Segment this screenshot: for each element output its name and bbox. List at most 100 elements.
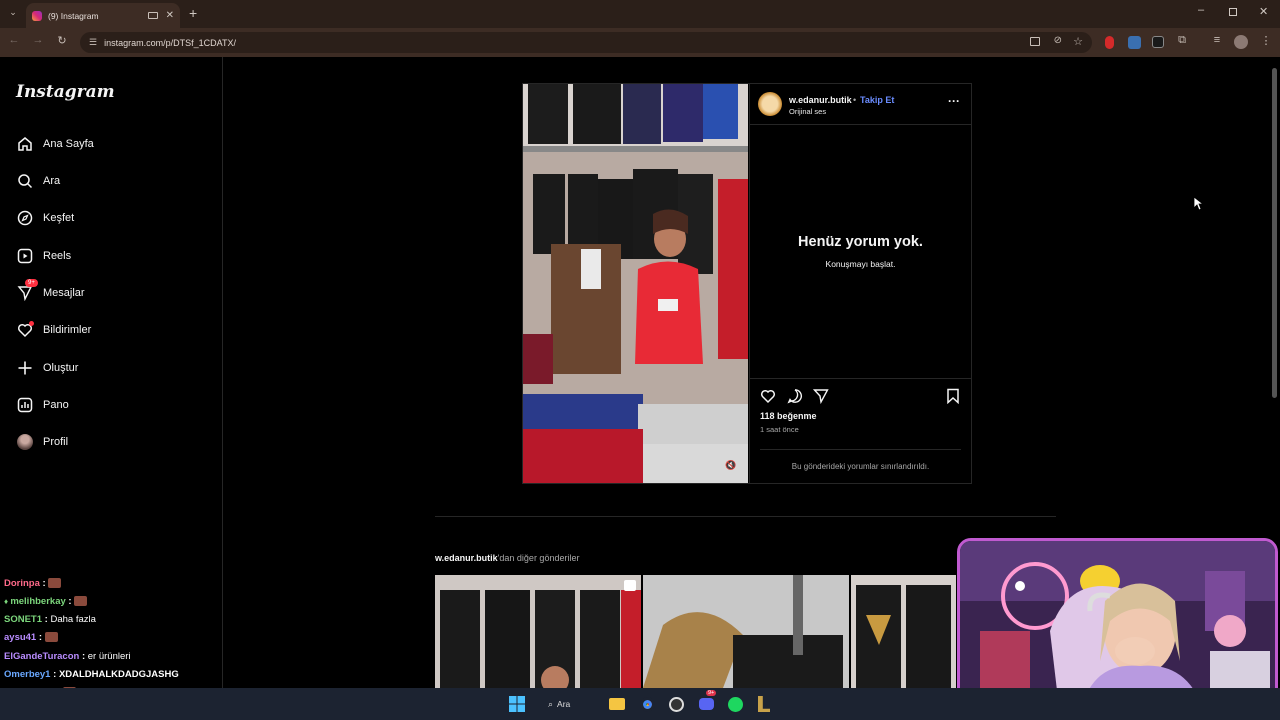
save-icon[interactable] <box>946 388 960 409</box>
reels-icon <box>16 247 34 265</box>
nav-profile[interactable]: Profil <box>16 428 68 456</box>
nav-dashboard-label: Pano <box>43 399 69 411</box>
spotify-icon[interactable] <box>725 694 745 714</box>
heart-icon <box>16 321 34 339</box>
browser-tab[interactable]: (9) Instagram ✕ <box>26 3 180 28</box>
taskbar-search-label: Ara <box>557 699 571 709</box>
compass-icon <box>16 209 34 227</box>
more-post-thumbnail[interactable] <box>643 575 849 688</box>
media-controls-icon[interactable]: ≡ <box>1209 34 1225 46</box>
nav-reels[interactable]: Reels <box>16 242 71 270</box>
nav-profile-label: Profil <box>43 436 69 448</box>
mute-icon[interactable]: 🔇 <box>725 460 736 471</box>
nav-create[interactable]: Oluştur <box>16 354 78 382</box>
nav-dashboard[interactable]: Pano <box>16 391 69 419</box>
mouse-cursor-icon <box>1193 196 1205 216</box>
search-icon <box>16 172 34 190</box>
post-time[interactable]: 1 saat önce <box>760 425 799 434</box>
nav-messages-label: Mesajlar <box>43 287 85 299</box>
nav-explore[interactable]: Keşfet <box>16 204 74 232</box>
chat-text: er ürünleri <box>87 651 131 662</box>
post-card: 🔇 w.edanur.butik • Takip Et Orijinal ses… <box>522 83 972 484</box>
section-divider <box>435 516 1056 517</box>
more-posts-username[interactable]: w.edanur.butik <box>435 553 498 563</box>
post-audio[interactable]: Orijinal ses <box>789 107 826 116</box>
forward-icon[interactable]: → <box>30 34 46 46</box>
no-comments-subtitle: Konuşmayı başlat. <box>825 259 896 269</box>
taskbar-search[interactable]: ⌕ Ara <box>548 696 598 712</box>
windows-start-icon[interactable] <box>507 694 527 714</box>
messages-badge: 9+ <box>25 279 38 287</box>
windows-taskbar: ⌕ Ara 9+ <box>0 688 1280 720</box>
maximize-window-icon[interactable] <box>1229 8 1237 16</box>
plus-icon <box>16 359 34 377</box>
nav-search[interactable]: Ara <box>16 167 60 195</box>
discord-badge: 9+ <box>706 690 717 696</box>
close-window-icon[interactable]: ✕ <box>1259 5 1268 18</box>
post-video-frame <box>523 84 748 483</box>
more-posts-suffix: 'dan diğer gönderiler <box>497 553 580 563</box>
nav-notifications[interactable]: Bildirimler <box>16 316 91 344</box>
browser-tab-bar: ⌄ (9) Instagram ✕ + – ✕ <box>0 0 1280 28</box>
more-post-thumbnail[interactable] <box>851 575 956 688</box>
avatar <box>16 433 34 451</box>
profile-avatar-icon[interactable] <box>1234 35 1248 49</box>
instagram-favicon-icon <box>32 10 42 21</box>
reel-indicator-icon <box>624 580 636 591</box>
tab-list-button[interactable]: ⌄ <box>6 7 20 21</box>
chat-username: Omerbey1 <box>4 669 51 680</box>
back-icon[interactable]: ← <box>6 34 22 46</box>
chat-text: XDALDHALKDADGJASHG <box>58 669 179 680</box>
like-icon[interactable] <box>760 388 776 409</box>
extension-blue-icon[interactable] <box>1128 36 1141 49</box>
close-tab-icon[interactable]: ✕ <box>166 10 174 21</box>
post-video[interactable]: 🔇 <box>523 84 748 483</box>
browser-menu-icon[interactable]: ⋮ <box>1258 34 1274 47</box>
nav-home[interactable]: Ana Sayfa <box>16 130 94 158</box>
eye-off-icon[interactable]: ⊘ <box>1054 35 1062 46</box>
file-explorer-icon[interactable] <box>607 694 627 714</box>
chat-username: ElGandeTuracon <box>4 651 80 662</box>
chat-username: aysu41 <box>4 632 37 643</box>
instagram-logo[interactable]: Instagram <box>16 82 115 102</box>
likes-count[interactable]: 118 beğenme <box>760 411 817 421</box>
comments-divider <box>760 449 961 450</box>
emote-icon <box>48 578 62 589</box>
extension-bear-icon[interactable] <box>1152 36 1164 48</box>
nav-messages[interactable]: 9+ Mesajlar <box>16 279 85 307</box>
dot-separator: • <box>853 95 857 105</box>
post-author-avatar[interactable] <box>758 92 782 116</box>
site-info-icon[interactable]: ☰ <box>89 37 97 48</box>
post-header: w.edanur.butik • Takip Et Orijinal ses ·… <box>750 84 971 125</box>
league-client-icon[interactable] <box>754 694 774 714</box>
obs-icon[interactable] <box>666 694 686 714</box>
emote-icon <box>74 596 88 607</box>
chat-message: Omerbey1 : XDALDHALKDADGJASHG <box>4 669 179 680</box>
install-app-icon[interactable] <box>1030 37 1040 46</box>
new-tab-button[interactable]: + <box>189 5 197 21</box>
comments-limited-note: Bu gönderideki yorumlar sınırlandırıldı. <box>791 462 930 471</box>
reload-icon[interactable]: ↻ <box>54 34 70 47</box>
minimize-window-icon[interactable]: – <box>1198 4 1204 16</box>
address-bar[interactable]: ☰ instagram.com/p/DTSf_1CDATX/ ⊘ ☆ <box>80 32 1092 53</box>
scrollbar-thumb[interactable] <box>1272 68 1277 398</box>
thumbnail-1-image <box>435 575 641 688</box>
share-icon[interactable] <box>812 388 829 409</box>
nav-notifications-label: Bildirimler <box>43 324 92 336</box>
chat-message: SONET1 : Daha fazla <box>4 614 96 625</box>
follow-button[interactable]: Takip Et <box>860 95 894 105</box>
page-scrollbar[interactable] <box>1271 60 1278 400</box>
extensions-puzzle-icon[interactable]: ⧉ <box>1174 34 1190 47</box>
more-options-icon[interactable]: ··· <box>948 94 960 108</box>
discord-icon[interactable]: 9+ <box>696 690 717 714</box>
tab-title: (9) Instagram <box>48 10 99 21</box>
comment-icon[interactable] <box>787 388 803 409</box>
chrome-icon[interactable] <box>637 694 657 714</box>
more-post-thumbnail[interactable] <box>435 575 641 688</box>
cast-icon[interactable] <box>147 12 158 19</box>
extension-red-icon[interactable] <box>1105 36 1114 49</box>
chat-text: Daha fazla <box>50 614 96 625</box>
chat-message: Dorinpa : <box>4 578 62 589</box>
bookmark-star-icon[interactable]: ☆ <box>1073 35 1083 48</box>
post-author-username[interactable]: w.edanur.butik <box>789 95 852 105</box>
